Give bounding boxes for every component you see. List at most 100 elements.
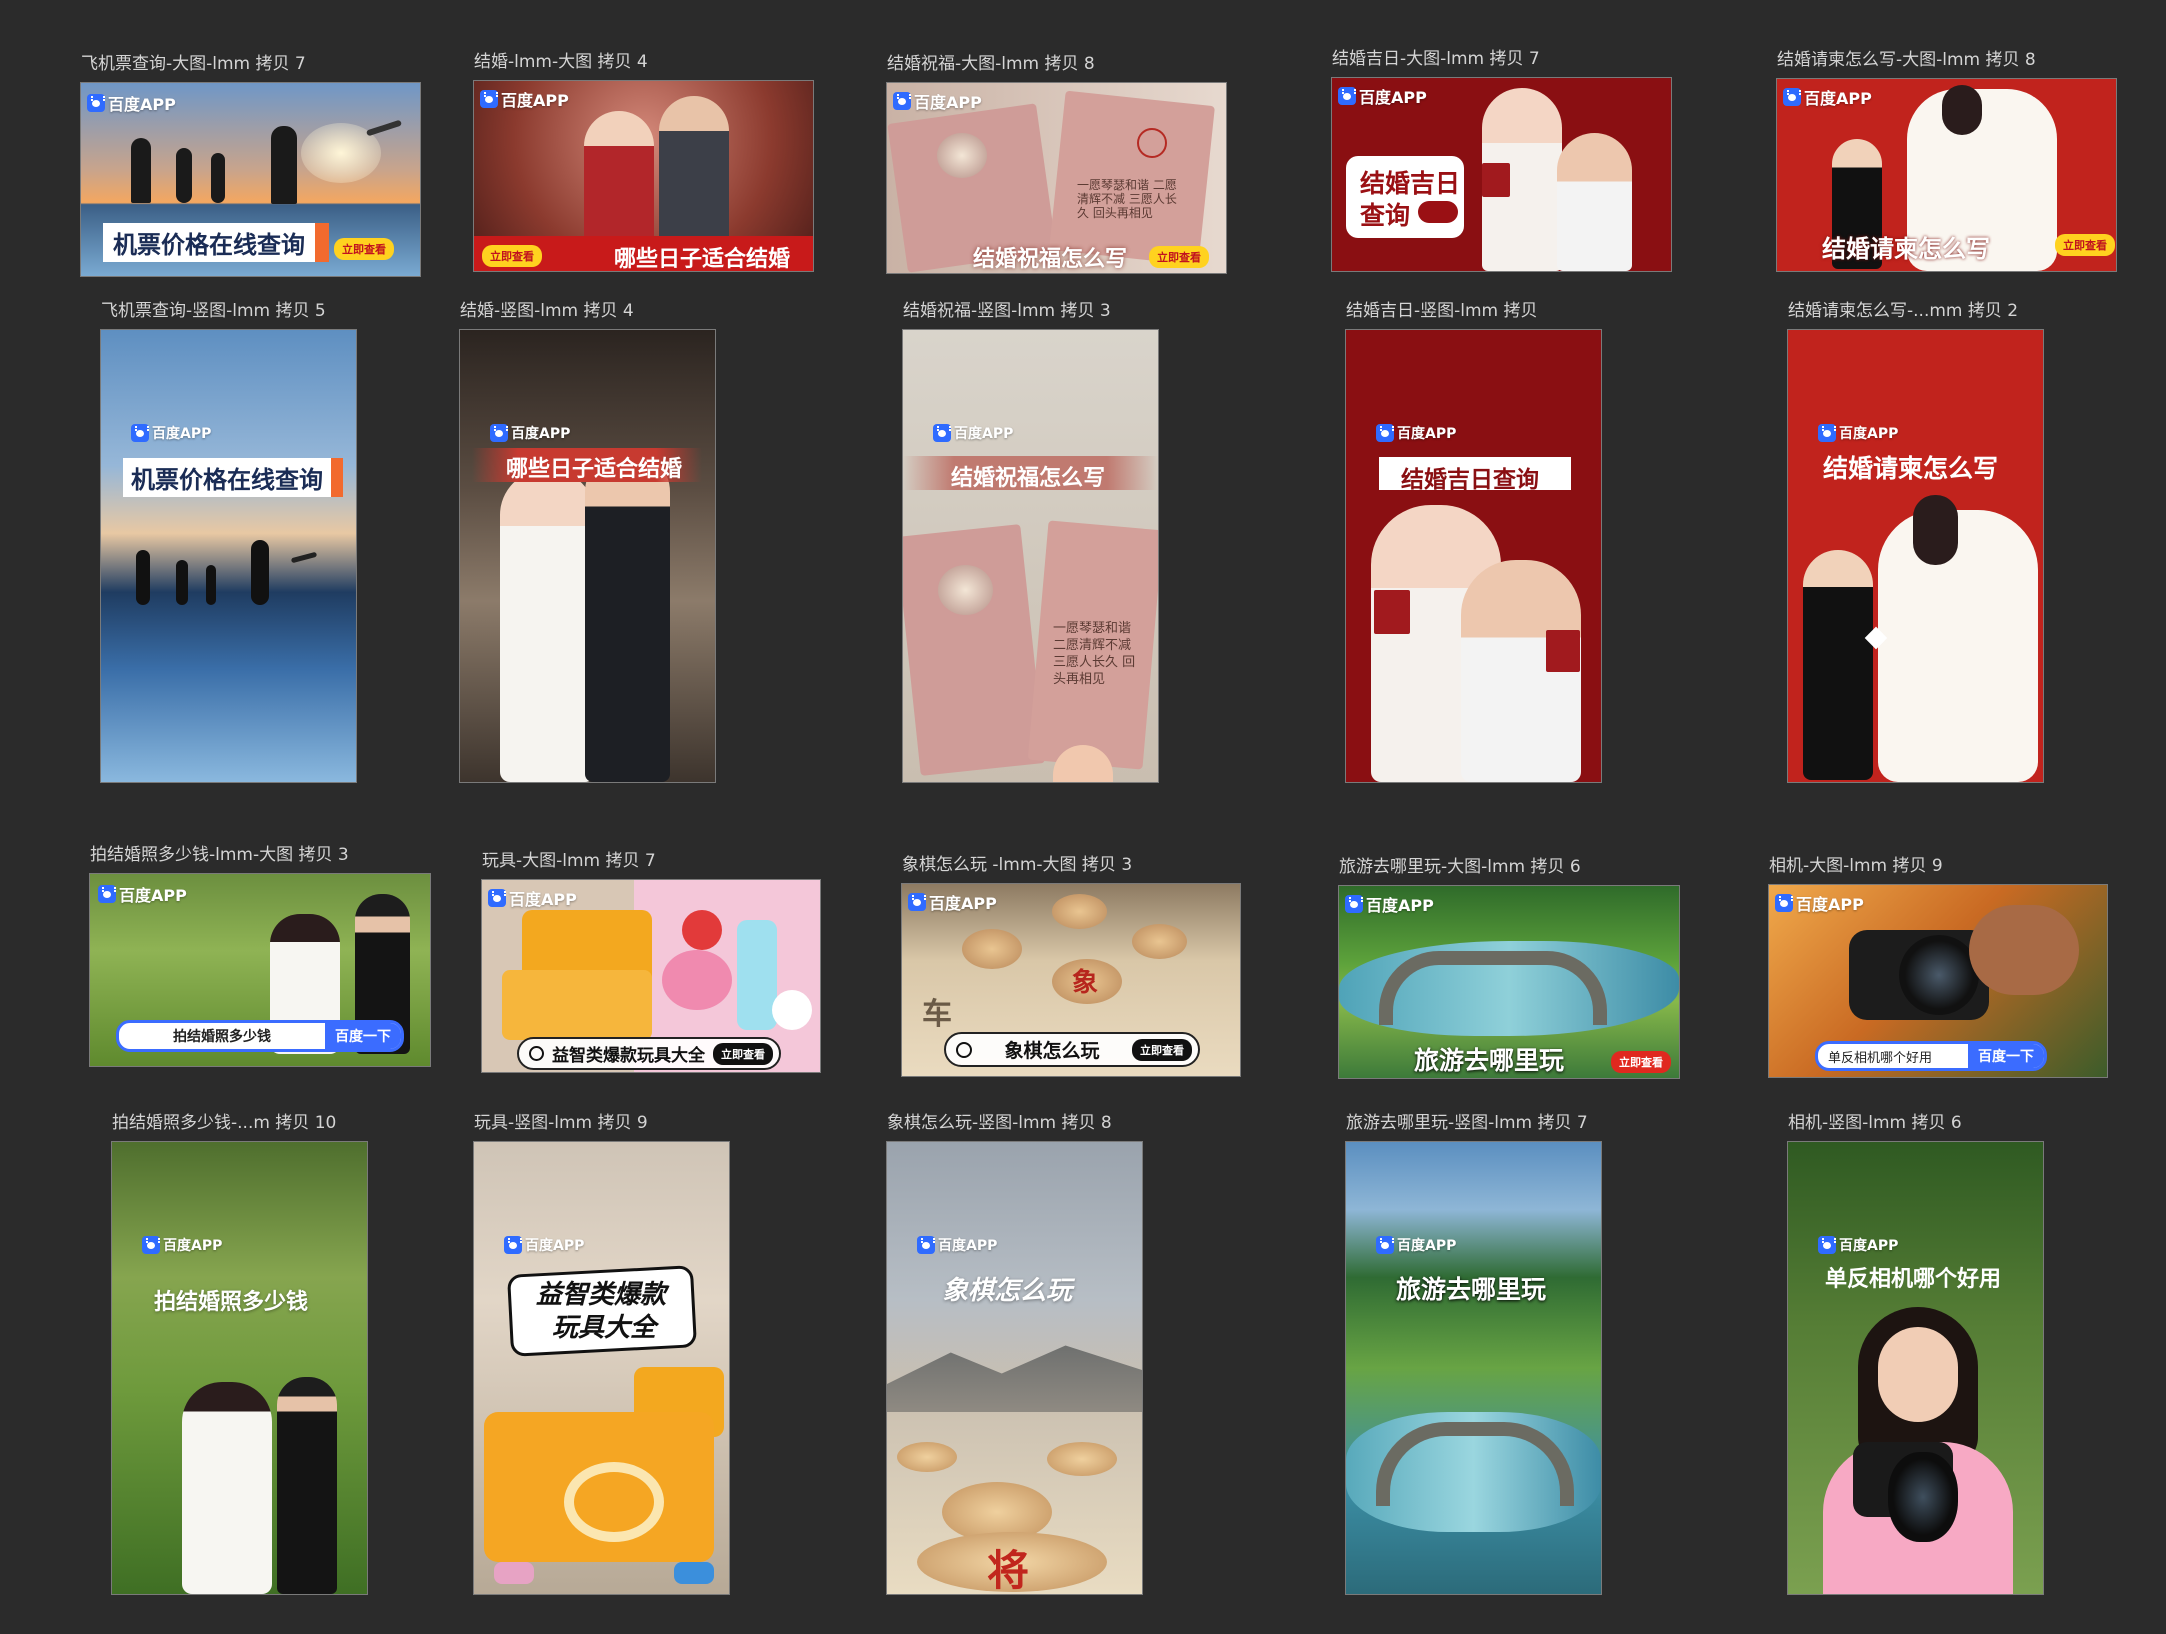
artboard-label: 拍结婚照多少钱-...m 拷贝 10 xyxy=(112,1113,337,1133)
artboard-invitation-landscape[interactable]: 结婚请柬怎么写-大图-lmm 拷贝 8 结婚请柬怎么写 立即查看 百度APP xyxy=(1776,50,2117,272)
artboard-auspicious-portrait[interactable]: 结婚吉日-竖图-lmm 拷贝 结婚吉日查询 百度APP xyxy=(1345,301,1602,783)
stone-bridge xyxy=(1376,1422,1574,1506)
bride-hair xyxy=(1913,495,1958,565)
banner-camera-portrait: 单反相机哪个好用 xyxy=(1787,1141,2044,1595)
banner-wedding-photo-portrait: 拍结婚照多少钱 xyxy=(111,1141,368,1595)
artboard-camera-landscape[interactable]: 相机-大图-lmm 拷贝 9 单反相机哪个好用 百度一下 百度APP xyxy=(1768,856,2108,1078)
artboard-label: 相机-竖图-lmm 拷贝 6 xyxy=(1788,1113,1962,1133)
artboard-travel-landscape[interactable]: 旅游去哪里玩-大图-lmm 拷贝 6 旅游去哪里玩 立即查看 百度APP xyxy=(1338,857,1680,1079)
artboard-flight-landscape[interactable]: 飞机票查询-大图-lmm 拷贝 7 机票价格在线查询 立即查看 百度APP xyxy=(80,54,421,277)
cta-button[interactable]: 立即查看 xyxy=(334,238,394,260)
baidu-logo: 百度APP xyxy=(917,1235,997,1255)
search-query[interactable]: 单反相机哪个好用 xyxy=(1818,1047,1968,1066)
artboard-wedding-landscape[interactable]: 结婚-lmm-大图 拷贝 4 立即查看 哪些日子适合结婚 百度APP xyxy=(473,52,814,272)
baidu-logo: 百度APP xyxy=(142,1235,222,1255)
baidu-paw-icon xyxy=(1783,88,1801,106)
search-bar[interactable]: 益智类爆款玩具大全 立即查看 xyxy=(517,1037,781,1070)
artboard-blessing-portrait[interactable]: 结婚祝福-竖图-lmm 拷贝 3 结婚祝福怎么写 一愿琴瑟和谐 二愿清辉不减 三… xyxy=(902,301,1159,783)
artboard-wedding-photo-landscape[interactable]: 拍结婚照多少钱-lmm-大图 拷贝 3 拍结婚照多少钱 百度一下 百度APP xyxy=(89,845,431,1067)
baidu-logo: 百度APP xyxy=(933,423,1013,443)
banner-headline: 机票价格在线查询 xyxy=(123,458,343,497)
banner-auspicious-portrait: 结婚吉日查询 xyxy=(1345,329,1602,783)
search-button[interactable]: 百度一下 xyxy=(1968,1044,2044,1068)
baidu-paw-icon xyxy=(908,893,926,911)
groom-figure xyxy=(1557,133,1632,271)
search-bar[interactable]: 单反相机哪个好用 百度一下 xyxy=(1815,1041,2047,1071)
artboard-label: 结婚祝福-竖图-lmm 拷贝 3 xyxy=(903,301,1111,321)
baidu-logo: 百度APP xyxy=(488,886,577,910)
envelope-left xyxy=(903,524,1046,776)
search-button[interactable]: 百度一下 xyxy=(325,1023,401,1049)
artboard-label: 旅游去哪里玩-大图-lmm 拷贝 6 xyxy=(1339,857,1581,877)
cta-button[interactable]: 立即查看 xyxy=(1132,1038,1192,1061)
search-query[interactable]: 象棋怎么玩 xyxy=(980,1036,1124,1063)
artboard-chess-portrait[interactable]: 象棋怎么玩-竖图-lmm 拷贝 8 象棋怎么玩 将 百度APP xyxy=(886,1113,1143,1595)
artboard-toys-portrait[interactable]: 玩具-竖图-lmm 拷贝 9 益智类爆款 玩具大全 百度APP xyxy=(473,1113,730,1595)
search-query[interactable]: 益智类爆款玩具大全 xyxy=(552,1041,705,1066)
banner-headline: 旅游去哪里玩 xyxy=(1414,1046,1565,1075)
search-icon[interactable] xyxy=(1418,201,1458,223)
baidu-logo: 百度APP xyxy=(1775,891,1864,915)
cta-button[interactable]: 立即查看 xyxy=(713,1042,773,1065)
search-query[interactable]: 拍结婚照多少钱 xyxy=(119,1026,325,1046)
chess-glyph: 将 xyxy=(987,1546,1030,1594)
banner-headline: 结婚吉日查询 xyxy=(1401,467,1539,493)
toy-tower xyxy=(737,920,777,1030)
silhouette-people xyxy=(136,540,286,610)
artboard-travel-portrait[interactable]: 旅游去哪里玩-竖图-lmm 拷贝 7 旅游去哪里玩 百度APP xyxy=(1345,1113,1602,1595)
artboard-chess-landscape[interactable]: 象棋怎么玩 -lmm-大图 拷贝 3 象 车 象棋怎么玩 立即查看 百度APP xyxy=(901,855,1241,1077)
artboard-blessing-landscape[interactable]: 结婚祝福-大图-lmm 拷贝 8 一愿琴瑟和谐 二愿清辉不减 三愿人长久 回头再… xyxy=(886,54,1227,274)
baidu-paw-icon xyxy=(98,885,116,903)
toy-car xyxy=(494,1562,534,1584)
baidu-logo: 百度APP xyxy=(87,91,176,115)
toy-crane xyxy=(502,970,652,1040)
banner-headline: 象棋怎么玩 xyxy=(942,1276,1073,1306)
cta-button[interactable]: 立即查看 xyxy=(2055,234,2115,256)
chess-glyph: 车 xyxy=(922,997,952,1032)
plane-icon xyxy=(290,551,318,564)
baidu-paw-icon xyxy=(1338,87,1356,105)
cta-button[interactable]: 立即查看 xyxy=(482,245,542,267)
artboard-label: 飞机票查询-竖图-lmm 拷贝 5 xyxy=(101,301,326,321)
banner-chess-portrait: 象棋怎么玩 将 xyxy=(886,1141,1143,1595)
banner-flight-portrait: 机票价格在线查询 xyxy=(100,329,357,783)
baidu-logo: 百度APP xyxy=(1818,423,1898,443)
silhouette-people xyxy=(121,118,341,208)
artboard-invitation-portrait[interactable]: 结婚请柬怎么写-...mm 拷贝 2 结婚请柬怎么写 百度APP xyxy=(1787,301,2044,783)
baidu-logo: 百度APP xyxy=(1376,423,1456,443)
bride-figure xyxy=(182,1382,272,1594)
baidu-paw-icon xyxy=(1818,424,1836,442)
cta-button[interactable]: 立即查看 xyxy=(1611,1051,1671,1073)
cta-button[interactable]: 立即查看 xyxy=(1149,246,1209,268)
search-bar[interactable]: 拍结婚照多少钱 百度一下 xyxy=(116,1020,404,1052)
letter-text: 一愿琴瑟和谐 二愿清辉不减 三愿人长久 回头再相见 xyxy=(1077,178,1177,220)
artboard-flight-portrait[interactable]: 飞机票查询-竖图-lmm 拷贝 5 机票价格在线查询 百度APP xyxy=(100,301,357,783)
artboard-toys-landscape[interactable]: 玩具-大图-lmm 拷贝 7 益智类爆款玩具大全 立即查看 百度APP xyxy=(481,851,821,1073)
artboard-wedding-photo-portrait[interactable]: 拍结婚照多少钱-...m 拷贝 10 拍结婚照多少钱 百度APP xyxy=(111,1113,368,1595)
baidu-paw-icon xyxy=(480,90,498,108)
banner-wedding-portrait: 哪些日子适合结婚 xyxy=(459,329,716,783)
search-bar[interactable]: 象棋怎么玩 立即查看 xyxy=(944,1032,1200,1067)
certificate-book xyxy=(1546,630,1580,672)
baidu-logo: 百度APP xyxy=(131,423,211,443)
groom-illustration xyxy=(1803,550,1873,780)
chess-glyph: 象 xyxy=(1072,968,1099,998)
artboard-label: 象棋怎么玩-竖图-lmm 拷贝 8 xyxy=(887,1113,1112,1133)
banner-invitation-portrait: 结婚请柬怎么写 xyxy=(1787,329,2044,783)
artboard-label: 拍结婚照多少钱-lmm-大图 拷贝 3 xyxy=(90,845,349,865)
artboard-wedding-portrait[interactable]: 结婚-竖图-lmm 拷贝 4 哪些日子适合结婚 百度APP xyxy=(459,301,716,783)
baidu-paw-icon xyxy=(917,1236,935,1254)
artboard-auspicious-landscape[interactable]: 结婚吉日-大图-lmm 拷贝 7 结婚吉日 查询 百度APP xyxy=(1331,49,1672,272)
baidu-logo: 百度APP xyxy=(490,423,570,443)
chess-piece xyxy=(1052,894,1107,929)
camera-lens xyxy=(1899,935,1979,1015)
artboard-label: 结婚请柬怎么写-大图-lmm 拷贝 8 xyxy=(1777,50,2036,70)
groom-figure xyxy=(277,1377,337,1594)
baidu-logo: 百度APP xyxy=(1338,84,1427,108)
groom-figure xyxy=(585,450,670,782)
baidu-paw-icon xyxy=(142,1236,160,1254)
baidu-paw-icon xyxy=(490,424,508,442)
toy-car xyxy=(674,1562,714,1584)
chess-piece xyxy=(962,929,1022,969)
artboard-camera-portrait[interactable]: 相机-竖图-lmm 拷贝 6 单反相机哪个好用 百度APP xyxy=(1787,1113,2044,1595)
